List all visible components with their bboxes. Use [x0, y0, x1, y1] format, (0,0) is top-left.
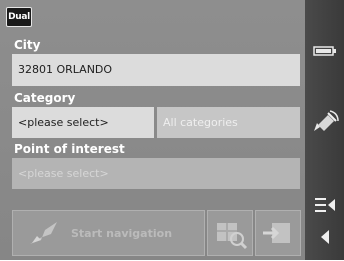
menu-icon[interactable] — [305, 193, 344, 217]
map-search-button[interactable] — [207, 210, 253, 256]
dual-logo: Dual — [6, 7, 32, 27]
start-navigation-icon — [30, 222, 57, 244]
gps-signal-icon — [305, 106, 344, 140]
back-arrow-icon[interactable] — [305, 226, 344, 248]
category-secondary-field[interactable]: All categories — [157, 107, 300, 138]
add-destination-button[interactable] — [255, 210, 301, 256]
add-destination-icon — [263, 223, 290, 243]
poi-field[interactable]: <please select> — [12, 158, 300, 189]
navigation-search-screen: Dual City 32801 ORLANDO Category <please… — [0, 0, 344, 260]
right-sidebar — [305, 0, 344, 260]
map-search-icon — [217, 223, 248, 250]
poi-label: Point of interest — [14, 142, 125, 156]
city-label: City — [14, 38, 41, 52]
start-navigation-label: Start navigation — [71, 226, 173, 240]
category-label: Category — [14, 91, 76, 105]
category-select[interactable]: <please select> — [12, 107, 154, 138]
start-navigation-button[interactable]: Start navigation — [12, 210, 205, 256]
city-field[interactable]: 32801 ORLANDO — [12, 54, 300, 86]
battery-icon — [305, 40, 344, 62]
